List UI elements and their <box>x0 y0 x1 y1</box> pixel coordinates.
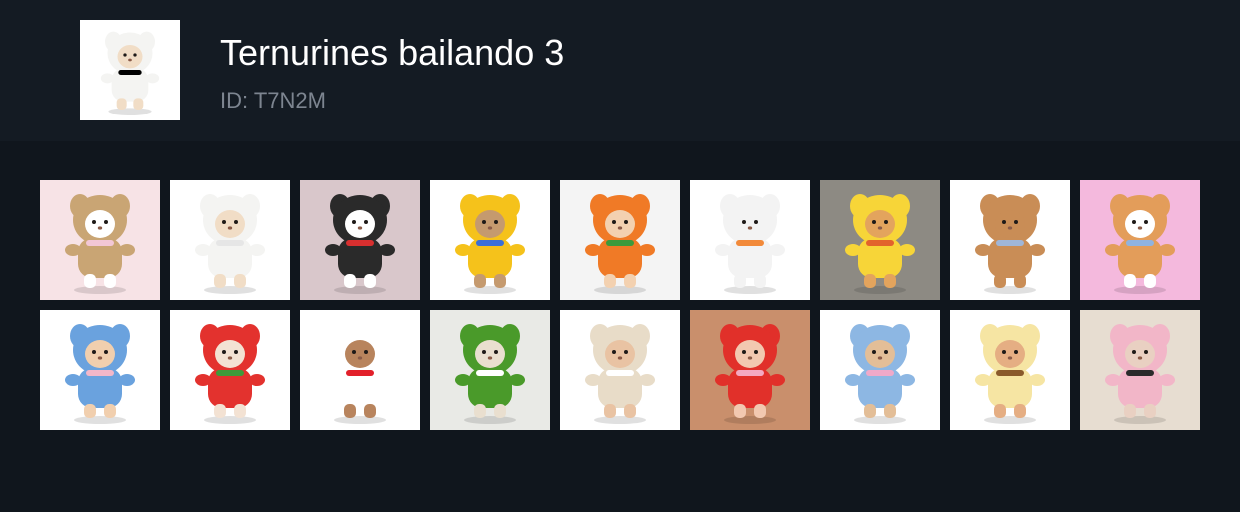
pack-title: Ternurines bailando 3 <box>220 32 565 73</box>
sticker-kitten-cream-romper[interactable] <box>560 310 680 430</box>
sticker-cat-yellow-raincoat[interactable] <box>820 180 940 300</box>
sticker-ghost-costume[interactable] <box>170 180 290 300</box>
pack-cover-image <box>80 20 180 120</box>
sticker-sheep-green-overalls[interactable] <box>430 310 550 430</box>
sticker-hello-kitty-hood[interactable] <box>300 310 420 430</box>
sticker-rabbit-strawberry-skirt[interactable] <box>170 310 290 430</box>
sticker-cat-blue-beret[interactable] <box>1080 180 1200 300</box>
sticker-orange-leaf-hat[interactable] <box>560 180 680 300</box>
pack-header: Ternurines bailando 3 ID: T7N2M <box>0 0 1240 141</box>
sticker-grid <box>40 180 1200 430</box>
sticker-bunny-pink-bow[interactable] <box>40 180 160 300</box>
sticker-rabbit-pink-tutu[interactable] <box>1080 310 1200 430</box>
pack-id: ID: T7N2M <box>220 88 326 113</box>
sticker-bear-blue-overalls[interactable] <box>820 310 940 430</box>
sticker-strawberry-hood[interactable] <box>690 310 810 430</box>
sticker-baby-blue-apron[interactable] <box>40 310 160 430</box>
sticker-mouse-orange-overalls[interactable] <box>690 180 810 300</box>
sticker-cat-strawberry-dress[interactable] <box>300 180 420 300</box>
sticker-yellow-bear-hood[interactable] <box>430 180 550 300</box>
sticker-puppy-blue-bucket[interactable] <box>950 180 1070 300</box>
sticker-pompompurin-costume[interactable] <box>950 310 1070 430</box>
